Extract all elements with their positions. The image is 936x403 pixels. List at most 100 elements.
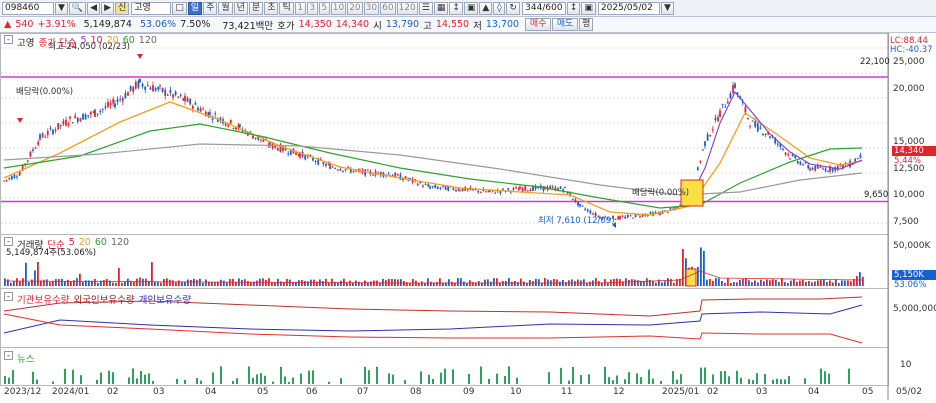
volume-bar [673, 282, 675, 286]
chart-svg[interactable] [0, 33, 936, 400]
candle-body [696, 167, 699, 171]
news-bar [8, 377, 10, 384]
period-daily-button[interactable]: 일 [187, 1, 203, 15]
candle-body [639, 216, 641, 218]
minute-5-button[interactable]: 5 [318, 1, 330, 15]
news-bar [288, 381, 290, 384]
volume-bar [304, 281, 306, 286]
volume-bar [739, 279, 741, 286]
news-bar [36, 379, 38, 384]
candle-body [166, 94, 169, 96]
list-icon[interactable]: ☰ [418, 1, 433, 15]
minute-30-button[interactable]: 30 [363, 1, 380, 15]
period-yearly-button[interactable]: 년 [233, 1, 248, 15]
volume-bar [595, 278, 597, 286]
individual-holders-line [3, 304, 863, 334]
candle-count-field[interactable]: 344/600 [521, 1, 566, 15]
prev-stock-icon[interactable]: ◀ [87, 1, 101, 15]
fit-icon[interactable]: ▲ [479, 1, 493, 15]
buy-button[interactable]: 매수 [525, 18, 552, 31]
compare-icon[interactable]: ◊ [493, 1, 506, 15]
minute-20-button[interactable]: 20 [347, 1, 363, 15]
collapse-icon[interactable]: - [4, 35, 13, 44]
news-bar [568, 380, 570, 384]
candle-body [89, 111, 92, 115]
scale-icon[interactable]: ↕ [449, 1, 463, 15]
lock-icon[interactable]: □ [172, 1, 187, 15]
volume-bar [544, 278, 546, 286]
candle-body [519, 186, 521, 190]
volume-bar [703, 250, 705, 286]
volume-bar [256, 280, 258, 286]
volume-bar [724, 282, 726, 286]
candle-body [756, 123, 759, 132]
low-note: 최저 7,610 (12/09) [538, 216, 615, 226]
zoom-icon[interactable]: ▣ [463, 1, 479, 15]
news-bar [220, 366, 222, 384]
period-minute-button[interactable]: 분 [248, 1, 264, 15]
eval-button[interactable]: 평 [579, 18, 594, 31]
calendar-icon[interactable]: ▣ [581, 1, 596, 15]
candle-body [431, 186, 434, 188]
news-bar [272, 381, 274, 384]
candle-body [284, 148, 287, 151]
volume-bar [787, 282, 789, 286]
volume-bar [112, 282, 114, 286]
volume-bar [265, 279, 267, 286]
next-stock-icon[interactable]: ▶ [101, 1, 114, 15]
period-tick-button[interactable]: 틱 [279, 1, 294, 15]
volume-bar [133, 281, 135, 286]
candle-body [719, 110, 721, 117]
volume-bar [193, 278, 195, 286]
stock-code-field[interactable]: 098460 [2, 1, 54, 15]
candle-body [372, 174, 374, 176]
news-bar [804, 378, 806, 384]
volume-bar [322, 281, 324, 286]
news-bar [660, 381, 662, 384]
search-icon[interactable]: ▼ [55, 1, 68, 15]
minute-120-button[interactable]: 120 [396, 1, 418, 15]
news-bar [292, 377, 294, 384]
count-stepper[interactable]: ↕ [566, 1, 581, 15]
candle-body [479, 191, 482, 193]
news-collapse-icon[interactable]: - [4, 351, 13, 360]
volume-bar [727, 278, 729, 286]
period-weekly-button[interactable]: 주 [203, 1, 218, 15]
candle-body [54, 129, 57, 132]
y-tick-12500: 12,500 [893, 164, 925, 174]
news-bar [312, 370, 314, 384]
volume-bar [355, 280, 357, 286]
minute-3-button[interactable]: 3 [306, 1, 318, 15]
volume-bar [64, 281, 66, 286]
sell-button[interactable]: 매도 [552, 18, 579, 31]
candle-body [252, 135, 254, 139]
candle-body [617, 216, 620, 220]
search-button[interactable]: 🔍 [68, 1, 87, 15]
minute-60-button[interactable]: 60 [380, 1, 396, 15]
volume-bar [106, 279, 108, 286]
ask-price: 14,350 [298, 19, 332, 30]
volume-collapse-icon[interactable]: - [4, 237, 13, 246]
volume-bar [439, 278, 441, 286]
candle-body [626, 215, 629, 218]
volume-bar [22, 278, 24, 286]
period-second-button[interactable]: 초 [264, 1, 279, 15]
minute-10-button[interactable]: 10 [330, 1, 347, 15]
candle-body [515, 187, 517, 189]
y-tick-25000: 25,000 [893, 57, 925, 67]
candle-body [706, 134, 709, 141]
chart-icon[interactable]: ▦ [433, 1, 449, 15]
candle-body [329, 164, 331, 170]
history-icon[interactable]: ↻ [506, 1, 520, 15]
minute-1-button[interactable]: 1 [294, 1, 306, 15]
period-monthly-button[interactable]: 월 [218, 1, 233, 15]
candle-body [87, 115, 90, 117]
volume-bar [163, 278, 165, 286]
chart-area[interactable]: - 고영 종가 단순 5 10 20 60 120 최고 24,050 (02/… [0, 33, 936, 400]
volume-bar [730, 282, 732, 286]
date-picker-icon[interactable]: ▼ [660, 1, 674, 15]
candle-body [52, 129, 54, 135]
date-field[interactable]: 2025/05/02 [597, 1, 660, 15]
volume-bar [715, 278, 717, 286]
holders-collapse-icon[interactable]: - [4, 292, 13, 301]
